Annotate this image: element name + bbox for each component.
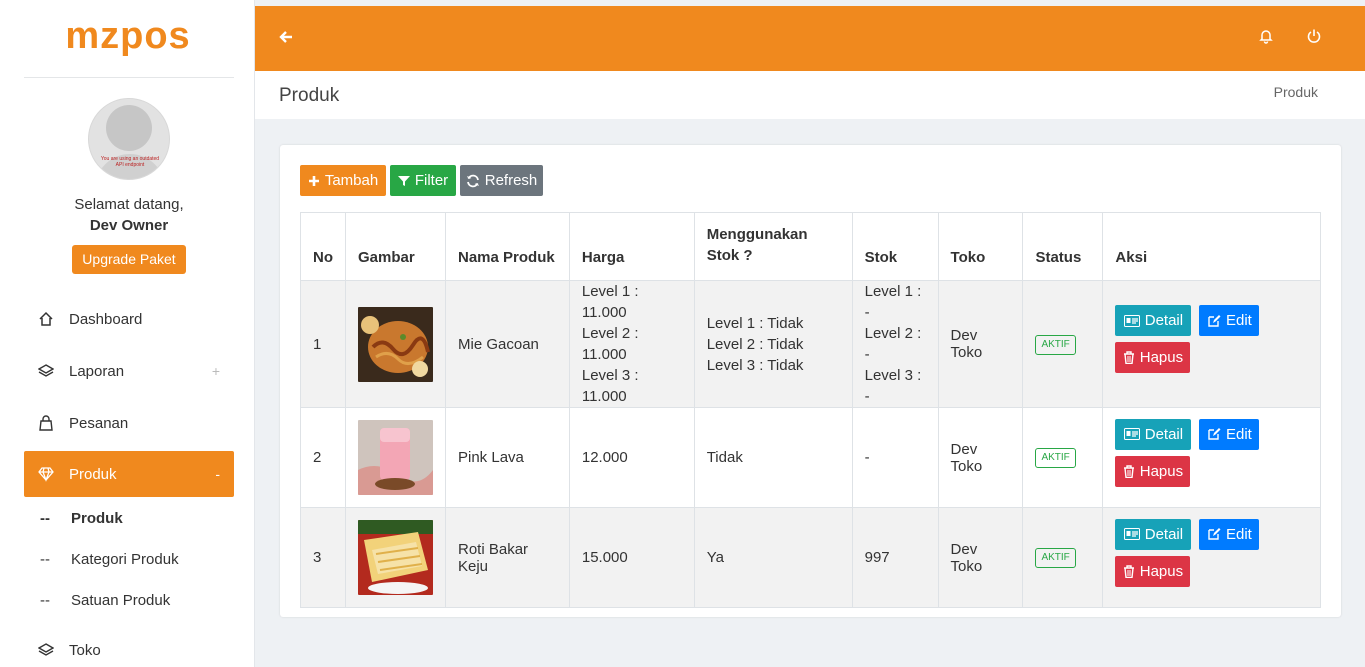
product-store: Dev Toko	[937, 280, 1024, 408]
user-name: Dev Owner	[89, 217, 169, 234]
column-header[interactable]: Menggunakan Stok ?	[693, 212, 853, 281]
delete-button[interactable]: Hapus	[1115, 455, 1191, 487]
filter-button[interactable]: Filter	[390, 165, 456, 196]
product-price: 15.000	[568, 507, 695, 608]
sidebar-item-label: Pesanan	[69, 414, 129, 432]
product-name: Pink Lava	[445, 407, 570, 508]
product-name: Mie Gacoan	[445, 280, 570, 408]
top-bar	[255, 6, 1365, 71]
products-table: No Gambar Nama Produk Harga Menggunakan …	[300, 212, 1321, 608]
row-number: 3	[300, 507, 346, 608]
product-stock: 997	[851, 507, 939, 608]
column-header[interactable]: Gambar	[345, 212, 446, 281]
detail-button[interactable]: Detail	[1115, 418, 1192, 450]
id-card-icon	[1123, 428, 1140, 440]
brand-logo[interactable]: mzpos	[0, 14, 255, 67]
row-number: 1	[300, 280, 346, 408]
refresh-icon	[466, 174, 479, 187]
product-uses-stock: Level 1 : Tidak Level 2 : Tidak Level 3 : …	[693, 280, 853, 408]
collapse-icon[interactable]: -	[215, 466, 220, 482]
layers-icon	[37, 362, 55, 380]
refresh-button[interactable]: Refresh	[460, 165, 543, 196]
breadcrumb[interactable]: Produk	[1274, 84, 1318, 100]
product-store: Dev Toko	[937, 407, 1024, 508]
product-store: Dev Toko	[937, 507, 1024, 608]
sidebar-item-label: Produk	[69, 465, 117, 483]
sidebar-subitem-satuan-produk[interactable]: -- Satuan Produk	[40, 592, 170, 609]
sidebar-subitem-kategori-produk[interactable]: -- Kategori Produk	[40, 551, 179, 568]
column-header[interactable]: Aksi	[1102, 212, 1321, 281]
trash-icon	[1123, 464, 1134, 478]
page-title: Produk	[279, 85, 340, 106]
status-badge: AKTIF	[1035, 448, 1076, 468]
sidebar-item-label: Dashboard	[69, 310, 143, 328]
bag-icon	[37, 414, 55, 432]
edit-button[interactable]: Edit	[1199, 418, 1260, 450]
home-icon	[37, 310, 55, 328]
welcome-text: Selamat datang,	[74, 196, 184, 213]
detail-button[interactable]: Detail	[1115, 518, 1192, 550]
id-card-icon	[1123, 528, 1140, 540]
diamond-icon	[37, 465, 55, 483]
brand-logo-text: mzpos	[66, 15, 190, 57]
products-card: Tambah Filter Refresh No Gambar Nama Pro…	[280, 145, 1341, 617]
sidebar-item-toko[interactable]: Toko	[24, 627, 234, 667]
trash-icon	[1123, 564, 1134, 578]
edit-icon	[1208, 528, 1221, 540]
product-image-mie-gacoan	[358, 306, 433, 382]
status-badge: AKTIF	[1035, 334, 1076, 355]
table-header-row: No Gambar Nama Produk Harga Menggunakan …	[300, 212, 1321, 281]
column-header[interactable]: Stok	[851, 212, 939, 281]
table-row: 3 Roti Bakar Keju 15.000 Ya 997 Dev Toko…	[300, 507, 1321, 608]
avatar-notice: You are using an outdated API endpoint	[100, 156, 160, 168]
sidebar-item-produk[interactable]: Produk -	[24, 451, 234, 497]
sidebar-item-label: Laporan	[69, 362, 125, 380]
edit-button[interactable]: Edit	[1199, 305, 1260, 336]
trash-icon	[1123, 351, 1134, 364]
column-header[interactable]: Harga	[568, 212, 695, 281]
product-stock: -	[851, 407, 939, 508]
id-card-icon	[1123, 314, 1140, 327]
sidebar-item-label: Toko	[69, 641, 101, 659]
avatar: You are using an outdated API endpoint	[88, 98, 170, 180]
sidebar-item-laporan[interactable]: Laporan +	[24, 348, 234, 394]
page-header: Produk Produk	[255, 71, 1365, 119]
column-header[interactable]: Nama Produk	[445, 212, 570, 281]
product-stock: Level 1 : - Level 2 : - Level 3 : -	[851, 280, 939, 408]
filter-icon	[397, 175, 410, 186]
row-number: 2	[300, 407, 346, 508]
upgrade-button[interactable]: Upgrade Paket	[72, 245, 186, 274]
edit-icon	[1208, 428, 1221, 440]
column-header[interactable]: No	[300, 212, 346, 281]
delete-button[interactable]: Hapus	[1115, 555, 1191, 587]
sidebar: mzpos You are using an outdated API endp…	[0, 0, 255, 667]
sidebar-subitem-produk[interactable]: -- Produk	[40, 510, 123, 527]
product-uses-stock: Ya	[693, 507, 853, 608]
add-button[interactable]: Tambah	[300, 165, 386, 196]
column-header[interactable]: Status	[1022, 212, 1104, 281]
detail-button[interactable]: Detail	[1115, 305, 1192, 336]
product-image-roti-bakar-keju	[358, 520, 433, 595]
table-row: 2 Pink Lava 12.000 Tidak - Dev Toko AKTI…	[300, 407, 1321, 508]
product-uses-stock: Tidak	[693, 407, 853, 508]
divider	[24, 77, 234, 78]
plus-icon	[308, 175, 319, 186]
product-name: Roti Bakar Keju	[445, 507, 570, 608]
sidebar-item-pesanan[interactable]: Pesanan	[24, 400, 234, 446]
edit-icon	[1208, 314, 1221, 327]
product-image-pink-lava	[358, 420, 433, 495]
bell-icon[interactable]	[1258, 28, 1276, 46]
power-icon[interactable]	[1306, 28, 1324, 46]
edit-button[interactable]: Edit	[1199, 518, 1260, 550]
delete-button[interactable]: Hapus	[1115, 342, 1191, 373]
product-price: Level 1 : 11.000 Level 2 : 11.000 Level 3 …	[568, 280, 695, 408]
layers-icon	[37, 641, 55, 659]
sidebar-item-dashboard[interactable]: Dashboard	[24, 296, 234, 342]
back-arrow-icon[interactable]	[277, 28, 297, 48]
table-row: 1 Mie Gacoan Level 1: 11.000 Level 2: …	[300, 280, 1321, 408]
column-header[interactable]: Toko	[937, 212, 1024, 281]
status-badge: AKTIF	[1035, 548, 1076, 568]
product-price: 12.000	[568, 407, 695, 508]
expand-icon[interactable]: +	[212, 363, 220, 379]
